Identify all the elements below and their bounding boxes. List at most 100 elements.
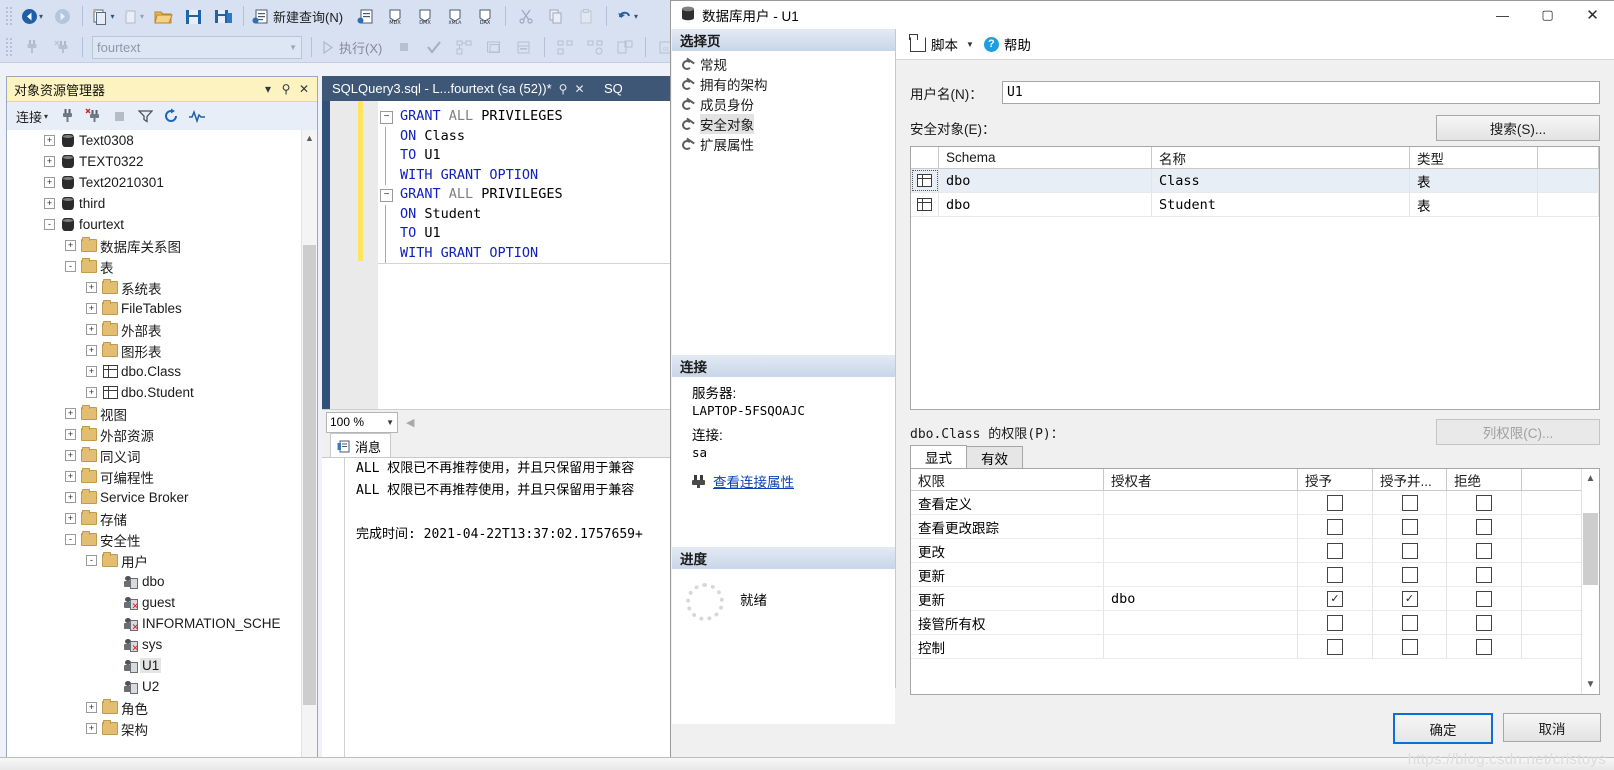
row-header-cell[interactable] bbox=[911, 193, 939, 216]
grant-checkbox-cell[interactable] bbox=[1298, 635, 1373, 658]
tree-node--[interactable]: + 同义词 bbox=[7, 445, 317, 466]
chevron-down-icon[interactable]: ▾ bbox=[634, 12, 638, 21]
tree-node-dbo[interactable]: dbo bbox=[7, 571, 317, 592]
view-connection-properties-row[interactable]: 查看连接属性 bbox=[672, 471, 895, 491]
permissions-cell-grantor[interactable] bbox=[1104, 563, 1298, 586]
permissions-col-grant[interactable]: 授予 bbox=[1298, 469, 1373, 490]
permissions-row[interactable]: 接管所有权 bbox=[911, 611, 1599, 635]
tree-node-dbo-student[interactable]: + dbo.Student bbox=[7, 382, 317, 403]
toolbar-grip[interactable] bbox=[5, 6, 14, 26]
tree-expander[interactable]: + bbox=[42, 175, 57, 190]
grant-with-checkbox[interactable] bbox=[1401, 494, 1418, 511]
tree-expander[interactable]: + bbox=[84, 280, 99, 295]
chevron-down-icon[interactable]: ▾ bbox=[39, 12, 43, 21]
tree-expander[interactable]: + bbox=[63, 427, 78, 442]
securables-cell-schema[interactable]: dbo bbox=[939, 193, 1152, 216]
oe-disconnect-icon-button[interactable] bbox=[81, 105, 105, 127]
tree-expander[interactable]: + bbox=[84, 385, 99, 400]
tree-node--[interactable]: + 图形表 bbox=[7, 340, 317, 361]
tree-node-information-sche[interactable]: ✕ INFORMATION_SCHE bbox=[7, 613, 317, 634]
permissions-cell-grantor[interactable] bbox=[1104, 611, 1298, 634]
chevron-down-icon[interactable]: ▾ bbox=[259, 82, 277, 96]
column-permissions-button[interactable]: 列权限(C)... bbox=[1436, 419, 1600, 445]
tree-expander[interactable]: + bbox=[84, 721, 99, 736]
tree-node--[interactable]: - 用户 bbox=[7, 550, 317, 571]
new-query-button[interactable]: 新建查询(N) bbox=[250, 4, 349, 28]
tree-expander[interactable]: + bbox=[63, 490, 78, 505]
permissions-cell-name[interactable]: 接管所有权 bbox=[911, 611, 1104, 634]
object-explorer-tree[interactable]: + Text0308 + TEXT0322 + Text20210301 + third - fo… bbox=[7, 130, 317, 767]
securables-grid[interactable]: Schema 名称 类型 dbo Class 表 dbo Student 表 bbox=[910, 146, 1600, 410]
deny-checkbox[interactable] bbox=[1476, 638, 1492, 655]
grant-with-checkbox[interactable] bbox=[1401, 614, 1418, 631]
tree-expander[interactable]: + bbox=[63, 511, 78, 526]
grant-with-checkbox-cell[interactable] bbox=[1373, 515, 1447, 538]
row-header-cell[interactable] bbox=[911, 169, 939, 192]
grant-with-checkbox[interactable] bbox=[1401, 566, 1418, 583]
grant-with-checkbox-cell[interactable] bbox=[1373, 491, 1447, 514]
deny-checkbox-cell[interactable] bbox=[1447, 563, 1522, 586]
tree-node--[interactable]: + 数据库关系图 bbox=[7, 235, 317, 256]
deny-checkbox[interactable] bbox=[1476, 590, 1492, 607]
disconnect-button[interactable] bbox=[48, 35, 76, 59]
permissions-cell-name[interactable]: 更新 bbox=[911, 563, 1104, 586]
deny-checkbox[interactable] bbox=[1476, 542, 1492, 559]
chevron-down-icon[interactable]: ▼ bbox=[386, 418, 394, 427]
securables-row[interactable]: dbo Student 表 bbox=[911, 193, 1599, 217]
grant-with-checkbox-cell[interactable] bbox=[1373, 611, 1447, 634]
grant-checkbox-cell[interactable] bbox=[1298, 539, 1373, 562]
tree-node-service-broker[interactable]: + Service Broker bbox=[7, 487, 317, 508]
scroll-left-arrow-icon[interactable]: ◀ bbox=[406, 416, 414, 429]
permissions-cell-name[interactable]: 控制 bbox=[911, 635, 1104, 658]
oe-connect-icon-button[interactable] bbox=[55, 105, 79, 127]
grant-checkbox[interactable] bbox=[1327, 614, 1343, 631]
securables-col-name[interactable]: 名称 bbox=[1152, 147, 1410, 168]
permissions-row[interactable]: 查看更改跟踪 bbox=[911, 515, 1599, 539]
tree-node-fourtext[interactable]: - fourtext bbox=[7, 214, 317, 235]
tree-node--[interactable]: + 可编程性 bbox=[7, 466, 317, 487]
page-item-成员身份[interactable]: 成员身份 bbox=[672, 94, 895, 114]
permissions-row[interactable]: 更新 bbox=[911, 563, 1599, 587]
oe-refresh-icon[interactable] bbox=[159, 105, 183, 127]
search-button[interactable]: 搜索(S)... bbox=[1436, 115, 1600, 141]
permissions-cell-name[interactable]: 查看定义 bbox=[911, 491, 1104, 514]
grant-checkbox[interactable] bbox=[1327, 518, 1343, 535]
new-xmla-query-button[interactable]: XMLA bbox=[441, 4, 469, 28]
grant-with-checkbox-cell[interactable] bbox=[1373, 635, 1447, 658]
tree-node-sys[interactable]: ✕ sys bbox=[7, 634, 317, 655]
chevron-down-icon[interactable]: ▼ bbox=[966, 40, 974, 49]
tree-node--[interactable]: + 外部表 bbox=[7, 319, 317, 340]
deny-checkbox[interactable] bbox=[1476, 614, 1492, 631]
deny-checkbox[interactable] bbox=[1476, 518, 1492, 535]
tree-expander[interactable]: - bbox=[63, 532, 78, 547]
permissions-col-grantor[interactable]: 授权者 bbox=[1104, 469, 1298, 490]
include-actual-plan-button[interactable] bbox=[551, 35, 579, 59]
grant-checkbox[interactable] bbox=[1327, 494, 1343, 511]
permissions-grid-scrollbar[interactable]: ▲ ▼ bbox=[1581, 469, 1599, 694]
database-selector-combo[interactable]: fourtext ▼ bbox=[92, 35, 302, 59]
username-field[interactable]: U1 bbox=[1002, 81, 1600, 104]
oe-stop-button[interactable] bbox=[107, 105, 131, 127]
grant-checkbox[interactable]: ✓ bbox=[1327, 590, 1343, 607]
tree-node--[interactable]: + 角色 bbox=[7, 697, 317, 718]
save-button[interactable] bbox=[179, 4, 207, 28]
permissions-cell-grantor[interactable] bbox=[1104, 539, 1298, 562]
tree-node-u2[interactable]: U2 bbox=[7, 676, 317, 697]
new-project-button[interactable]: ▾ bbox=[89, 4, 117, 28]
chevron-down-icon[interactable]: ▼ bbox=[289, 43, 297, 52]
securables-col-schema[interactable]: Schema bbox=[939, 147, 1152, 168]
tree-expander[interactable]: + bbox=[63, 238, 78, 253]
tree-expander[interactable]: + bbox=[63, 448, 78, 463]
stop-button[interactable] bbox=[390, 35, 418, 59]
scrollbar-thumb[interactable] bbox=[1583, 513, 1598, 585]
close-button[interactable]: ✕ bbox=[1570, 1, 1614, 29]
tree-node-filetables[interactable]: + FileTables bbox=[7, 298, 317, 319]
tree-expander[interactable]: + bbox=[84, 301, 99, 316]
securables-cell-type[interactable]: 表 bbox=[1410, 169, 1538, 192]
deny-checkbox[interactable] bbox=[1476, 494, 1492, 511]
scrollbar-thumb[interactable] bbox=[303, 245, 316, 705]
collapse-region-icon[interactable]: − bbox=[380, 111, 393, 124]
tree-node-dbo-class[interactable]: + dbo.Class bbox=[7, 361, 317, 382]
oe-filter-icon[interactable] bbox=[133, 105, 157, 127]
close-icon[interactable]: ✕ bbox=[574, 82, 584, 96]
